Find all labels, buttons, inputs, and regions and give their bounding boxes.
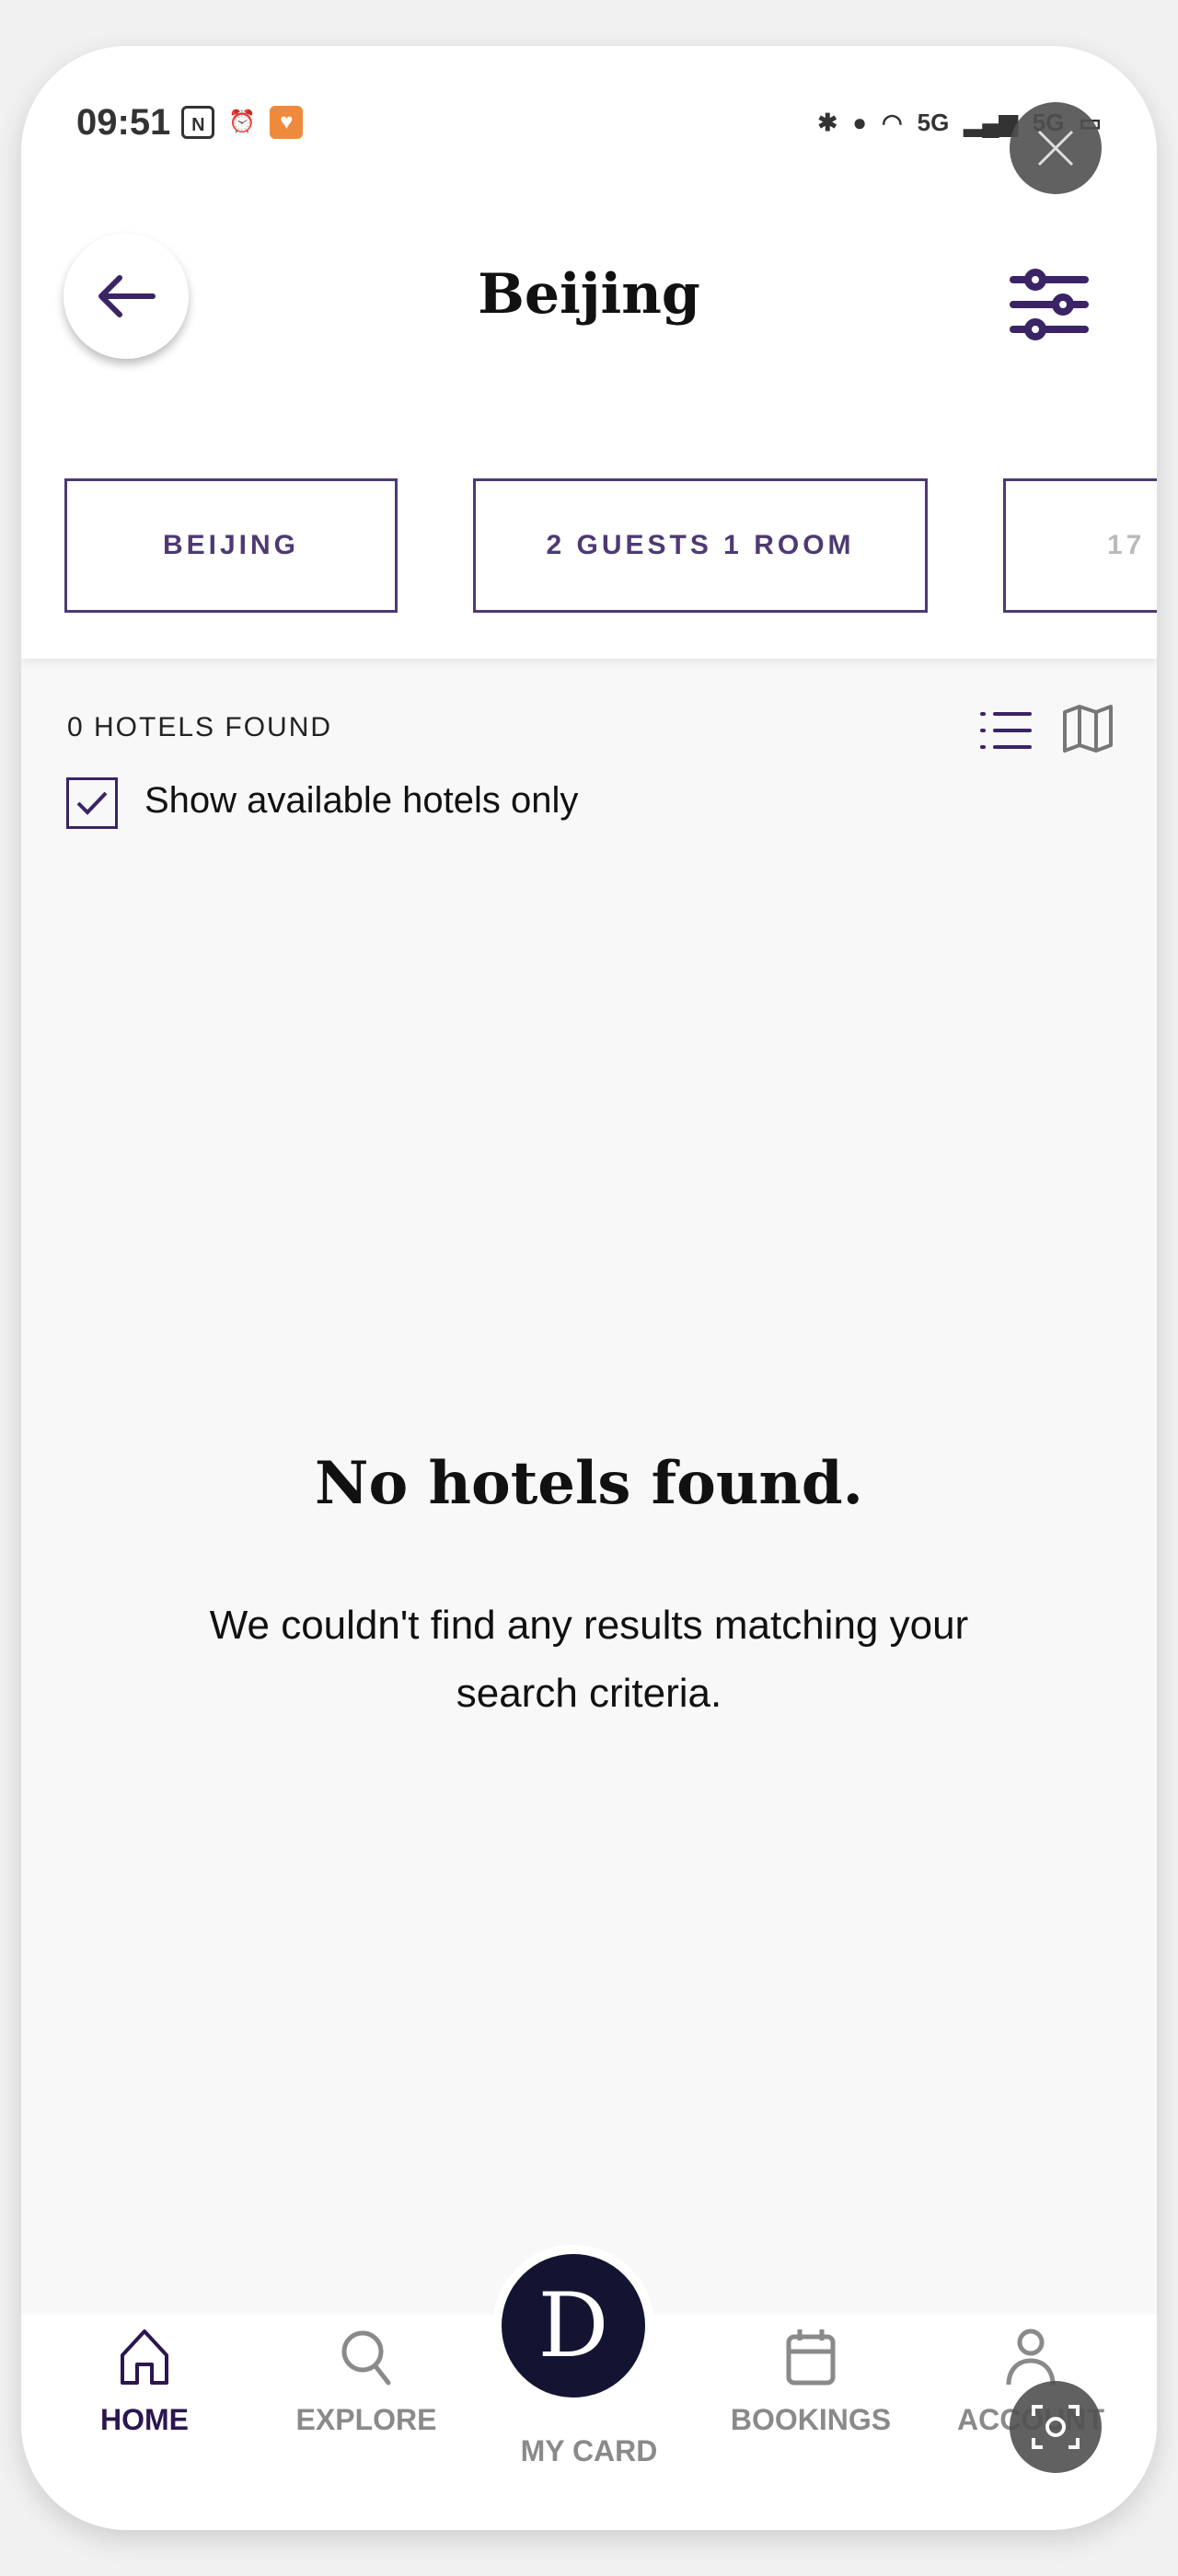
nav-explore[interactable]: EXPLORE xyxy=(265,2328,468,2437)
page-title: Beijing xyxy=(478,262,700,327)
nav-label: BOOKINGS xyxy=(730,2403,892,2436)
chip-label: 2 GUESTS 1 ROOM xyxy=(546,530,855,560)
nav-home[interactable]: HOME xyxy=(43,2328,246,2437)
available-only-checkbox[interactable] xyxy=(66,777,118,829)
phone-screen: 09:51 N ⏰ ♥ ✱ ● ◠ 5G ▂▄▆ 5G ▭ Beijing BE… xyxy=(21,46,1157,2530)
alarm-icon: ⏰ xyxy=(228,109,257,134)
checkmark-icon xyxy=(76,791,108,815)
home-icon xyxy=(121,2329,168,2385)
empty-state-message: We couldn't find any results matching yo… xyxy=(209,1603,969,1716)
overlay-close-button[interactable] xyxy=(1010,102,1102,194)
status-bar: 09:51 N ⏰ ♥ ✱ ● ◠ 5G ▂▄▆ 5G ▭ xyxy=(76,99,1102,145)
chip-label: BEIJING xyxy=(162,530,300,560)
nav-bookings[interactable]: BOOKINGS xyxy=(710,2328,912,2437)
results-count: 0 HOTELS FOUND xyxy=(67,712,333,742)
guests-chip[interactable]: 2 GUESTS 1 ROOM xyxy=(473,478,928,613)
chip-label: 17 xyxy=(1107,530,1146,560)
health-app-icon: ♥ xyxy=(270,106,304,139)
header: 09:51 N ⏰ ♥ ✱ ● ◠ 5G ▂▄▆ 5G ▭ Beijing BE… xyxy=(21,46,1157,659)
empty-state-title: No hotels found. xyxy=(315,1449,863,1518)
sliders-icon[interactable] xyxy=(1008,263,1091,346)
my-card-button[interactable]: D xyxy=(492,2245,654,2407)
wifi-icon: ◠ xyxy=(881,108,903,136)
d-logo: D xyxy=(502,2254,645,2398)
nfc-icon: N xyxy=(181,106,215,139)
search-icon xyxy=(341,2330,391,2386)
location-chip[interactable]: BEIJING xyxy=(64,478,398,613)
calendar-icon xyxy=(786,2329,836,2386)
nav-label: EXPLORE xyxy=(295,2403,437,2436)
overlay-screenshot-button[interactable] xyxy=(1010,2381,1102,2473)
signal-icon: ▂▄▆ xyxy=(964,108,1018,136)
close-icon xyxy=(1037,130,1074,167)
available-only-label[interactable]: Show available hotels only xyxy=(144,780,578,822)
user-icon xyxy=(1006,2329,1056,2386)
nav-label: HOME xyxy=(100,2403,189,2436)
signal-1-label: 5G xyxy=(917,108,950,136)
location-icon: ● xyxy=(852,108,867,136)
status-time: 09:51 xyxy=(76,101,171,143)
map-view-icon[interactable] xyxy=(1061,703,1114,754)
dates-chip[interactable]: 17 xyxy=(1003,478,1157,613)
list-view-icon[interactable] xyxy=(978,705,1034,756)
nav-label: MY CARD xyxy=(520,2434,658,2467)
bluetooth-icon: ✱ xyxy=(817,108,838,136)
screenshot-icon xyxy=(1032,2405,1080,2449)
